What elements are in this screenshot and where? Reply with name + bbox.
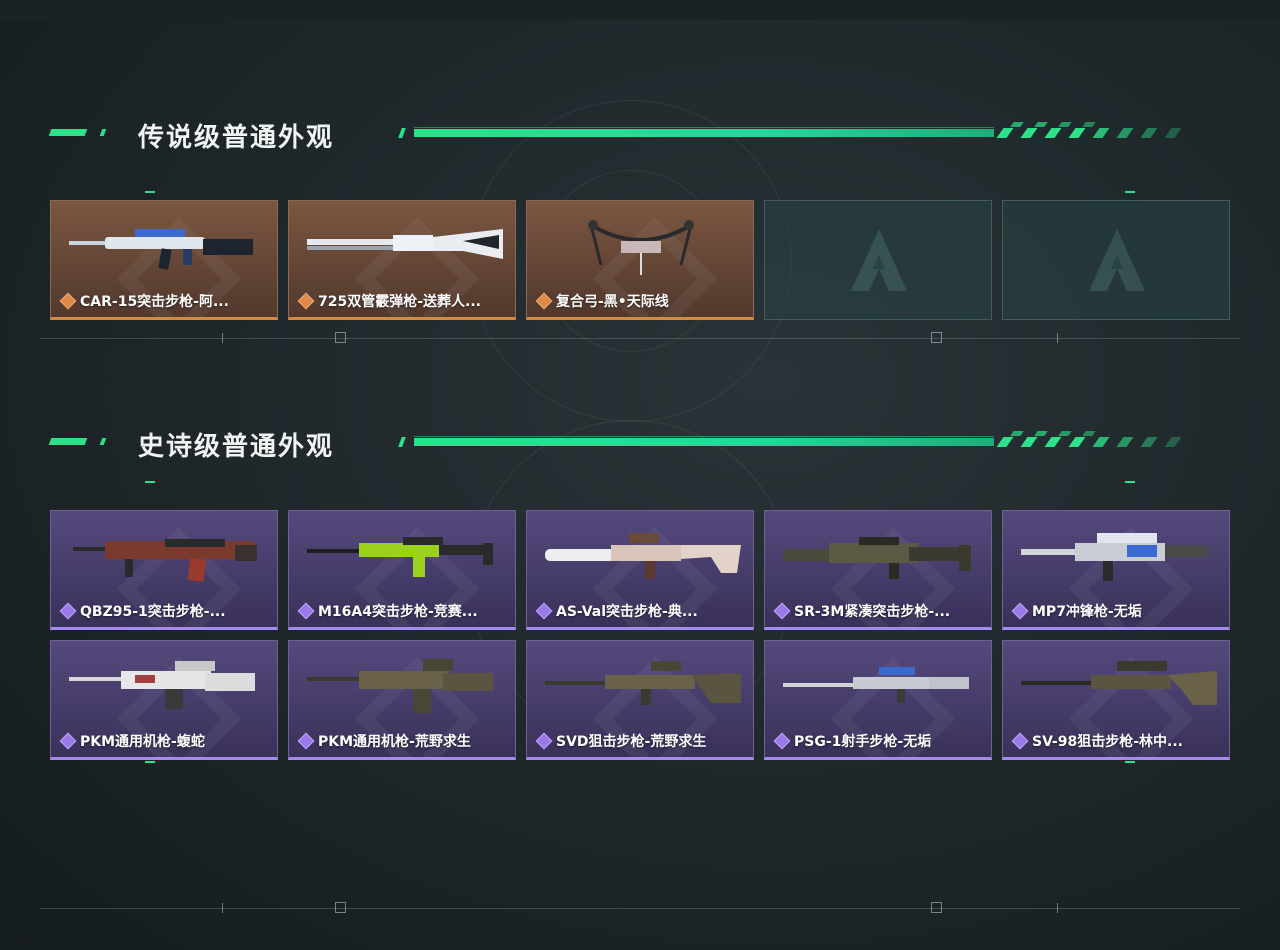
corner-marker [931,902,942,913]
skin-label: PSG-1射手步枪-无垢 [775,731,931,751]
skin-name: PKM通用机枪-荒野求生 [318,734,471,750]
skin-name: M16A4突击步枪-竞赛... [318,604,478,620]
skin-name: 725双管霰弹枪-送葬人... [318,294,481,310]
epic-rank-icon [537,734,551,748]
accent-dash [145,191,155,193]
marksman-rifle-icon [783,667,969,703]
sniper-rifle-icon [545,661,741,705]
skin-label: MP7冲锋枪-无垢 [1013,601,1142,621]
epic-rank-icon [299,734,313,748]
sniper-rifle-icon [1021,661,1217,705]
skin-card[interactable]: SVD狙击步枪-荒野求生 [526,640,754,760]
skin-card[interactable]: PKM通用机枪-蝮蛇 [50,640,278,760]
epic-rank-icon [61,734,75,748]
skin-label: 复合弓-黑•天际线 [537,291,669,311]
epic-rank-icon [299,604,313,618]
header-accent-bar [48,438,88,445]
skin-label: AS-Val突击步枪-典... [537,601,698,621]
skin-label: CAR-15突击步枪-阿... [61,291,229,311]
placeholder-logo-icon [851,229,907,291]
skin-card[interactable]: PKM通用机枪-荒野求生 [288,640,516,760]
skin-name: PKM通用机枪-蝮蛇 [80,734,205,750]
divider-line [40,338,1240,339]
header-accent-bar [99,129,107,136]
skin-card[interactable]: MP7冲锋枪-无垢 [1002,510,1230,630]
skin-card[interactable]: 725双管霰弹枪-送葬人... [288,200,516,320]
skin-label: QBZ95-1突击步枪-... [61,601,226,621]
shotgun-icon [307,229,503,259]
rifle-icon [783,537,971,579]
header-progress-bar [398,122,1200,138]
skin-card[interactable]: AS-Val突击步枪-典... [526,510,754,630]
skin-name: SVD狙击步枪-荒野求生 [556,734,707,750]
section-header-legendary: 传说级普通外观 [0,120,1280,160]
skin-label: PKM通用机枪-荒野求生 [299,731,471,751]
section-header-epic: 史诗级普通外观 [0,429,1280,469]
bow-icon [588,220,694,275]
accent-dash [1125,761,1135,763]
legendary-rank-icon [61,294,75,308]
accent-dash [1125,191,1135,193]
tick-marker [222,333,223,343]
epic-rank-icon [775,734,789,748]
skin-name: SV-98狙击步枪-林中... [1032,734,1183,750]
skin-name: AS-Val突击步枪-典... [556,604,698,620]
smg-icon [1021,533,1209,581]
skin-label: PKM通用机枪-蝮蛇 [61,731,205,751]
epic-rank-icon [775,604,789,618]
skin-name: 复合弓-黑•天际线 [556,294,669,310]
accent-dash [145,761,155,763]
accent-dash [145,481,155,483]
section-title: 传说级普通外观 [138,123,335,153]
skin-card[interactable]: PSG-1射手步枪-无垢 [764,640,992,760]
legendary-rank-icon [299,294,313,308]
skin-name: PSG-1射手步枪-无垢 [794,734,932,750]
epic-rank-icon [1013,604,1027,618]
skin-label: M16A4突击步枪-竞赛... [299,601,478,621]
rifle-icon [545,533,741,579]
rifle-icon [73,539,257,582]
top-bar [0,0,1280,20]
empty-skin-slot [1002,200,1230,320]
corner-marker [335,902,346,913]
divider-line [40,908,1240,909]
tick-marker [1057,903,1058,913]
epic-rank-icon [1013,734,1027,748]
skin-label: SR-3M紧凑突击步枪-... [775,601,950,621]
skin-label: SVD狙击步枪-荒野求生 [537,731,706,751]
skin-card[interactable]: 复合弓-黑•天际线 [526,200,754,320]
skin-name: CAR-15突击步枪-阿... [80,294,229,310]
machine-gun-icon [307,659,493,713]
accent-dash [1125,481,1135,483]
epic-rank-icon [537,604,551,618]
skin-card[interactable]: M16A4突击步枪-竞赛... [288,510,516,630]
skin-name: SR-3M紧凑突击步枪-... [794,604,951,620]
header-progress-bar [398,431,1200,447]
machine-gun-icon [69,661,255,709]
tick-marker [222,903,223,913]
placeholder-logo-icon [1089,229,1145,291]
skin-label: SV-98狙击步枪-林中... [1013,731,1183,751]
skin-card[interactable]: CAR-15突击步枪-阿... [50,200,278,320]
empty-skin-slot [764,200,992,320]
skin-name: QBZ95-1突击步枪-... [80,604,226,620]
rifle-icon [69,229,253,270]
skin-card[interactable]: SV-98狙击步枪-林中... [1002,640,1230,760]
tick-marker [1057,333,1058,343]
skin-card[interactable]: QBZ95-1突击步枪-... [50,510,278,630]
skin-card[interactable]: SR-3M紧凑突击步枪-... [764,510,992,630]
corner-marker [931,332,942,343]
skin-name: MP7冲锋枪-无垢 [1032,604,1142,620]
rifle-icon [307,537,493,577]
corner-marker [335,332,346,343]
skin-label: 725双管霰弹枪-送葬人... [299,291,481,311]
legendary-rank-icon [537,294,551,308]
header-accent-bar [48,129,88,136]
section-title: 史诗级普通外观 [138,432,335,462]
header-accent-bar [99,438,107,445]
epic-rank-icon [61,604,75,618]
